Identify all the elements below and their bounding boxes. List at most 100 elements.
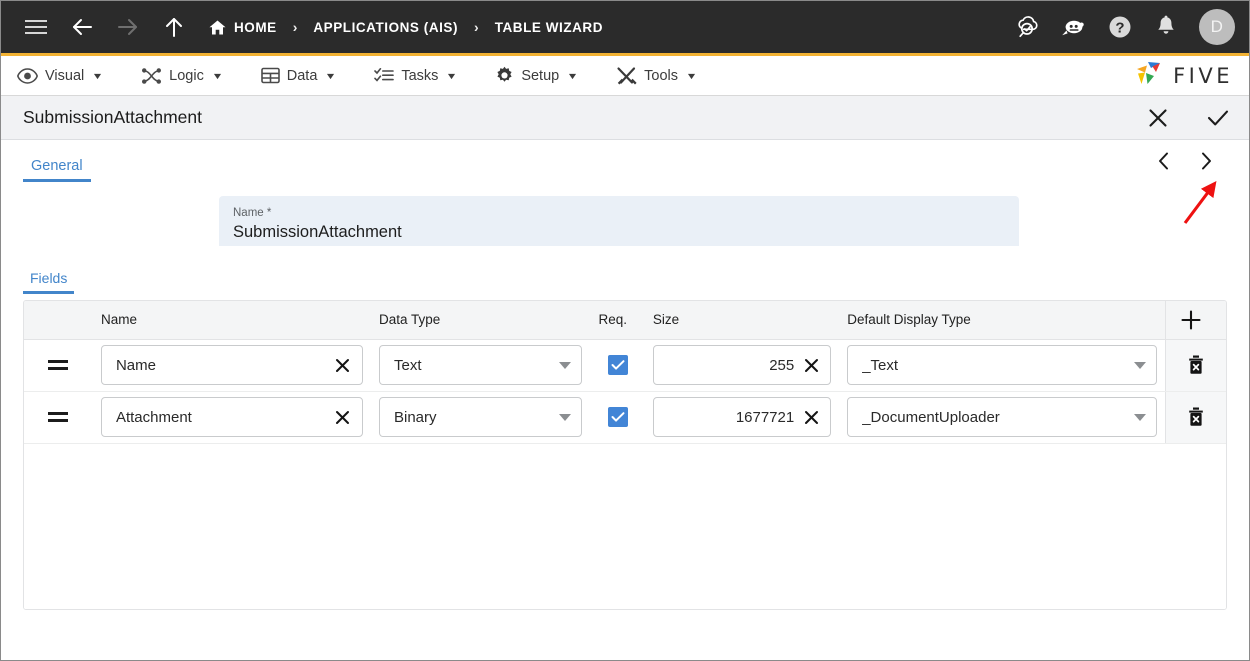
column-header-name: Name	[93, 301, 371, 339]
breadcrumb-item-home[interactable]: HOME	[209, 20, 277, 35]
fields-tab-bar: Fields	[23, 268, 1227, 294]
plus-icon[interactable]	[1174, 303, 1208, 337]
menu-visual[interactable]: Visual ▼	[15, 68, 119, 84]
cloud-search-icon[interactable]	[1013, 12, 1043, 42]
breadcrumb: HOME › APPLICATIONS (AIS) › TABLE WIZARD	[209, 19, 603, 35]
default-display-type-select[interactable]: _DocumentUploader	[847, 397, 1157, 437]
required-checkbox[interactable]	[608, 407, 628, 427]
menu-setup[interactable]: Setup ▼	[493, 66, 594, 85]
data-type-select[interactable]: Text	[379, 345, 582, 385]
fields-grid: Name Data Type Req. Size Default Display…	[24, 301, 1226, 444]
data-type-select[interactable]: Binary	[379, 397, 582, 437]
wizard-body: General Name * SubmissionAttachment Fiel…	[1, 140, 1249, 660]
chevron-down-icon: ▼	[325, 71, 337, 81]
add-field-button[interactable]	[1165, 301, 1226, 339]
row-drag-cell	[24, 339, 93, 391]
menu-tasks[interactable]: Tasks ▼	[372, 67, 473, 84]
chevron-down-icon	[559, 414, 571, 421]
trash-icon[interactable]	[1179, 400, 1213, 434]
table-wizard-window: HOME › APPLICATIONS (AIS) › TABLE WIZARD…	[0, 0, 1250, 661]
name-field-row: Name * SubmissionAttachment	[23, 196, 1227, 246]
chat-bot-icon[interactable]	[1059, 12, 1089, 42]
chevron-down-icon: ▼	[685, 71, 697, 81]
menu-tasks-label: Tasks	[401, 68, 438, 84]
breadcrumb-label-applications: APPLICATIONS (AIS)	[313, 20, 458, 35]
help-icon[interactable]: ?	[1105, 12, 1135, 42]
field-name-input[interactable]: Name	[101, 345, 363, 385]
table-icon	[261, 67, 280, 84]
field-size-value: 255	[668, 357, 800, 374]
field-size-input[interactable]: 255	[653, 345, 831, 385]
five-pinwheel-logo-icon	[1134, 59, 1164, 92]
chevron-down-icon: ▼	[446, 71, 458, 81]
user-avatar[interactable]: D	[1199, 9, 1235, 45]
row-drag-cell	[24, 391, 93, 443]
close-icon[interactable]	[800, 406, 822, 428]
trash-icon[interactable]	[1179, 348, 1213, 382]
default-display-type-select[interactable]: _Text	[847, 345, 1157, 385]
table-name-label: Name *	[233, 206, 1005, 221]
table-name-input[interactable]: Name * SubmissionAttachment	[219, 196, 1019, 246]
data-type-value: Binary	[394, 409, 559, 426]
chevron-down-icon	[1134, 414, 1146, 421]
breadcrumb-separator: ›	[293, 19, 298, 35]
field-size-value: 1677721	[668, 409, 800, 426]
page-title: SubmissionAttachment	[23, 107, 202, 128]
main-menu-bar: Visual ▼ Logic ▼ Data ▼ Tasks ▼	[1, 56, 1249, 96]
column-header-required: Req.	[590, 301, 644, 339]
previous-page-button[interactable]	[1151, 148, 1177, 174]
table-header-row: Name Data Type Req. Size Default Display…	[24, 301, 1226, 339]
menu-tools[interactable]: Tools ▼	[614, 66, 713, 85]
gear-icon	[495, 66, 514, 85]
tab-fields[interactable]: Fields	[23, 268, 74, 294]
menu-logic[interactable]: Logic ▼	[139, 67, 239, 85]
breadcrumb-separator: ›	[474, 19, 479, 35]
breadcrumb-item-table-wizard[interactable]: TABLE WIZARD	[495, 20, 603, 35]
logic-nodes-icon	[141, 67, 162, 85]
table-name-value: SubmissionAttachment	[233, 221, 1005, 243]
breadcrumb-item-applications[interactable]: APPLICATIONS (AIS)	[313, 20, 458, 35]
menu-setup-label: Setup	[521, 68, 559, 84]
field-size-input[interactable]: 1677721	[653, 397, 831, 437]
tools-icon	[616, 66, 637, 85]
eye-icon	[17, 68, 38, 84]
back-arrow-icon[interactable]	[65, 10, 99, 44]
tab-bar: General	[23, 140, 1227, 182]
panel-title-bar: SubmissionAttachment	[1, 96, 1249, 140]
bell-icon[interactable]	[1151, 12, 1181, 42]
close-icon[interactable]	[332, 406, 354, 428]
default-display-type-value: _Text	[862, 357, 1134, 374]
close-icon[interactable]	[332, 354, 354, 376]
row-name-cell: Name	[93, 339, 371, 391]
menu-tools-label: Tools	[644, 68, 678, 84]
row-size-cell: 255	[645, 339, 839, 391]
next-page-button[interactable]	[1193, 148, 1219, 174]
drag-handle-icon[interactable]	[32, 412, 85, 422]
confirm-check-icon[interactable]	[1205, 105, 1231, 131]
table-row: Name Text	[24, 339, 1226, 391]
row-delete-cell	[1165, 339, 1226, 391]
row-data-type-cell: Text	[371, 339, 590, 391]
close-icon[interactable]	[800, 354, 822, 376]
row-name-cell: Attachment	[93, 391, 371, 443]
hamburger-menu-icon[interactable]	[19, 10, 53, 44]
close-icon[interactable]	[1145, 105, 1171, 131]
forward-arrow-icon[interactable]	[111, 10, 145, 44]
five-brand-logo: FIVE	[1134, 59, 1237, 92]
row-display-type-cell: _Text	[839, 339, 1165, 391]
up-arrow-icon[interactable]	[157, 10, 191, 44]
five-brand-name: FIVE	[1173, 64, 1233, 88]
row-display-type-cell: _DocumentUploader	[839, 391, 1165, 443]
field-name-value: Name	[116, 357, 332, 374]
field-name-input[interactable]: Attachment	[101, 397, 363, 437]
drag-handle-icon[interactable]	[32, 360, 85, 370]
tab-general-label: General	[31, 158, 83, 174]
panel-actions	[1145, 105, 1231, 131]
row-size-cell: 1677721	[645, 391, 839, 443]
menu-data-label: Data	[287, 68, 318, 84]
menu-data[interactable]: Data ▼	[259, 67, 353, 84]
tab-general[interactable]: General	[23, 154, 91, 182]
required-checkbox[interactable]	[608, 355, 628, 375]
fields-grid-empty-area	[24, 444, 1226, 610]
field-name-value: Attachment	[116, 409, 332, 426]
